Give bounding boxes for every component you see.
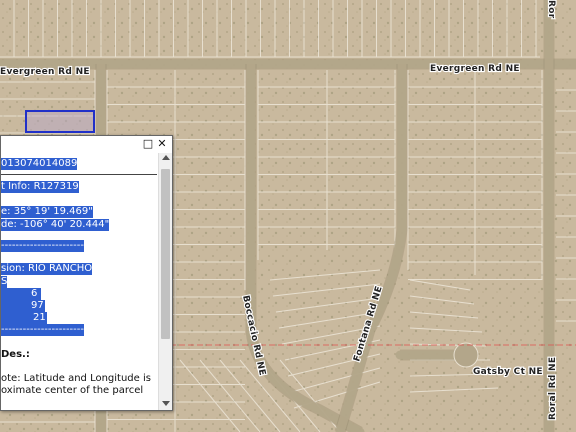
parcel-id: 013074014089	[1, 158, 78, 170]
account-info: t Info: R127319	[1, 181, 79, 193]
scroll-down-icon[interactable]	[162, 401, 170, 406]
longitude: de: -106° 40' 20.444"	[1, 219, 110, 231]
road-label-evergreen-right: Evergreen Rd NE	[430, 64, 520, 74]
value-21: 21	[1, 312, 47, 324]
maximize-icon[interactable]: □	[142, 138, 154, 150]
close-icon[interactable]: ✕	[156, 138, 168, 150]
selected-parcel[interactable]	[25, 110, 95, 133]
row-s: S	[1, 276, 8, 288]
road-label-top-right: Ror	[546, 0, 556, 19]
latitude: e: 35° 19' 19.469"	[1, 206, 93, 218]
separator-line: -----------------------	[1, 240, 84, 252]
separator-line: -----------------------	[1, 324, 84, 336]
note-line-2: oximate center of the parcel	[1, 385, 144, 396]
note-line-1: ote: Latitude and Longitude is	[1, 373, 151, 384]
subdivision: sion: RIO RANCHO	[1, 263, 93, 275]
legal-desc-label: Des.:	[1, 349, 30, 360]
value-97: 97	[1, 300, 45, 312]
divider	[1, 174, 157, 175]
parcel-info-popup: □ ✕ 013074014089 t Info: R127319 e: 35° …	[0, 135, 173, 411]
popup-titlebar: □ ✕	[1, 136, 172, 152]
scroll-thumb[interactable]	[161, 169, 170, 339]
scroll-up-icon[interactable]	[162, 155, 170, 160]
popup-content: 013074014089 t Info: R127319 e: 35° 19' …	[1, 153, 157, 410]
popup-scrollbar[interactable]	[158, 153, 172, 410]
road-label-evergreen-left: Evergreen Rd NE	[0, 67, 90, 77]
road-label-roral: Roral Rd NE	[548, 357, 558, 420]
cul-de-sac	[453, 342, 479, 368]
value-6: 6	[1, 288, 41, 300]
road-label-gatsby: Gatsby Ct NE	[473, 367, 543, 377]
